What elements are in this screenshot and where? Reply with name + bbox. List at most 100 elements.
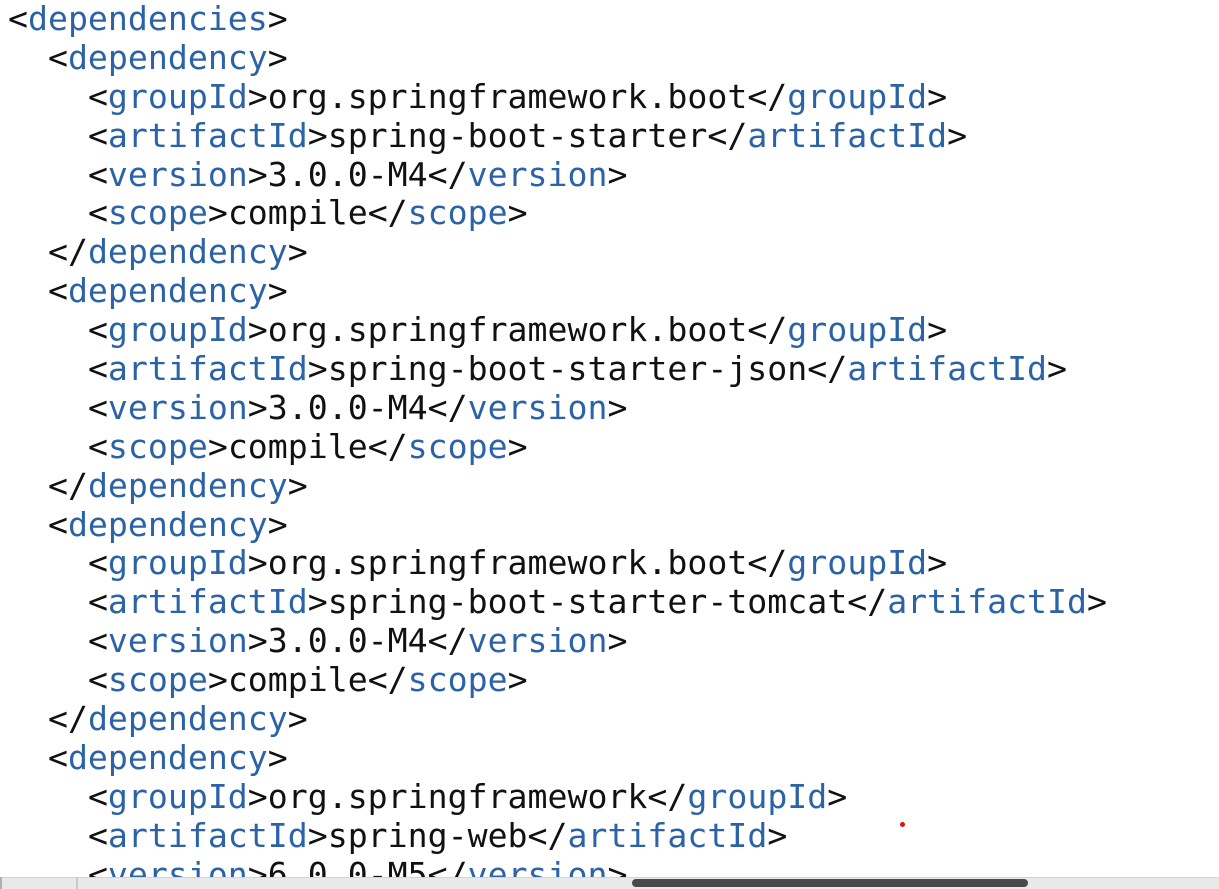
xml-bracket: >: [247, 776, 268, 816]
xml-tag-name: artifactId: [107, 815, 308, 855]
xml-bracket: >: [247, 543, 268, 583]
xml-bracket: <: [87, 660, 108, 700]
xml-bracket: >: [247, 154, 268, 194]
xml-bracket: <: [87, 349, 108, 389]
xml-text-value: org.springframework.boot: [267, 543, 748, 583]
xml-bracket: <: [87, 815, 108, 855]
xml-tag-name: dependency: [67, 37, 268, 77]
xml-tag-name: scope: [407, 193, 508, 233]
xml-tag-name: groupId: [107, 543, 248, 583]
xml-bracket: >: [267, 737, 288, 777]
xml-bracket: </: [747, 543, 788, 583]
xml-bracket: >: [247, 76, 268, 116]
code-area[interactable]: <dependencies> <dependency> <groupId>org…: [8, 0, 1107, 889]
xml-tag-name: version: [107, 154, 248, 194]
xml-tag-name: dependency: [87, 232, 288, 272]
code-line: </dependency>: [8, 466, 1107, 506]
xml-bracket: >: [267, 37, 288, 77]
xml-tag-name: version: [107, 621, 248, 661]
code-line: <dependency>: [8, 271, 1107, 311]
xml-bracket: </: [47, 699, 88, 739]
code-line: </dependency>: [8, 699, 1107, 739]
code-line: <dependency>: [8, 37, 1107, 78]
xml-bracket: >: [767, 815, 788, 855]
xml-tag-name: scope: [107, 660, 208, 700]
xml-bracket: <: [47, 37, 68, 77]
code-line: <version>3.0.0-M4</version>: [8, 621, 1107, 661]
xml-text-value: spring-boot-starter: [327, 115, 708, 155]
xml-tag-name: dependency: [67, 271, 268, 311]
xml-bracket: >: [927, 543, 948, 583]
xml-bracket: >: [947, 115, 968, 155]
xml-bracket: </: [647, 776, 688, 816]
code-line: <artifactId>spring-boot-starter-json</ar…: [8, 349, 1107, 389]
code-line: <artifactId>spring-boot-starter-tomcat</…: [8, 582, 1107, 622]
code-line: </dependency>: [8, 232, 1107, 272]
xml-tag-name: artifactId: [887, 582, 1087, 622]
xml-text-value: compile: [227, 660, 368, 700]
code-line: <dependency>: [8, 504, 1107, 545]
xml-tag-name: artifactId: [567, 815, 768, 855]
xml-tag-name: groupId: [107, 310, 248, 350]
xml-text-value: compile: [227, 193, 368, 233]
xml-tag-name: scope: [407, 660, 508, 700]
xml-bracket: >: [247, 310, 268, 350]
xml-bracket: </: [747, 76, 788, 116]
xml-tag-name: artifactId: [747, 115, 948, 155]
xml-bracket: <: [87, 387, 108, 427]
xml-bracket: <: [87, 582, 108, 622]
code-line: <groupId>org.springframework.boot</group…: [8, 544, 1107, 583]
xml-text-value: 3.0.0-M4: [267, 154, 428, 194]
xml-source-viewer[interactable]: <dependencies> <dependency> <groupId>org…: [0, 0, 1219, 889]
xml-bracket: >: [1087, 582, 1107, 622]
xml-text-value: spring-boot-starter-tomcat: [327, 582, 848, 622]
xml-tag-name: version: [467, 154, 608, 194]
xml-bracket: >: [507, 426, 528, 466]
xml-tag-name: artifactId: [107, 582, 308, 622]
xml-bracket: <: [47, 504, 68, 544]
xml-bracket: </: [427, 621, 468, 661]
xml-bracket: >: [927, 76, 948, 116]
xml-bracket: >: [287, 699, 308, 739]
xml-text-value: 3.0.0-M4: [267, 621, 428, 661]
xml-bracket: >: [247, 621, 268, 661]
xml-bracket: </: [47, 232, 88, 272]
xml-tag-name: version: [467, 621, 608, 661]
code-line: <scope>compile</scope>: [8, 426, 1107, 467]
code-line: <dependencies>: [8, 0, 1107, 39]
xml-bracket: >: [307, 349, 328, 389]
xml-bracket: >: [607, 387, 628, 427]
xml-text-value: org.springframework.boot: [267, 76, 748, 116]
xml-bracket: >: [247, 387, 268, 427]
xml-bracket: >: [267, 0, 288, 38]
xml-bracket: >: [207, 193, 228, 233]
xml-tag-name: scope: [107, 193, 208, 233]
xml-bracket: >: [1047, 349, 1068, 389]
scrollbar-left-segment: [0, 877, 630, 889]
xml-tag-name: dependency: [87, 699, 288, 739]
xml-bracket: >: [207, 426, 228, 466]
xml-bracket: </: [807, 349, 848, 389]
xml-bracket: </: [427, 154, 468, 194]
xml-bracket: >: [287, 232, 308, 272]
xml-text-value: spring-boot-starter-json: [327, 349, 808, 389]
horizontal-scrollbar-thumb[interactable]: [632, 879, 1028, 887]
xml-tag-name: groupId: [107, 776, 248, 816]
xml-bracket: </: [847, 582, 888, 622]
code-line: <scope>compile</scope>: [8, 660, 1107, 700]
xml-text-value: 3.0.0-M4: [267, 387, 428, 427]
xml-bracket: </: [707, 115, 748, 155]
xml-bracket: <: [87, 776, 108, 816]
xml-bracket: >: [827, 776, 848, 816]
